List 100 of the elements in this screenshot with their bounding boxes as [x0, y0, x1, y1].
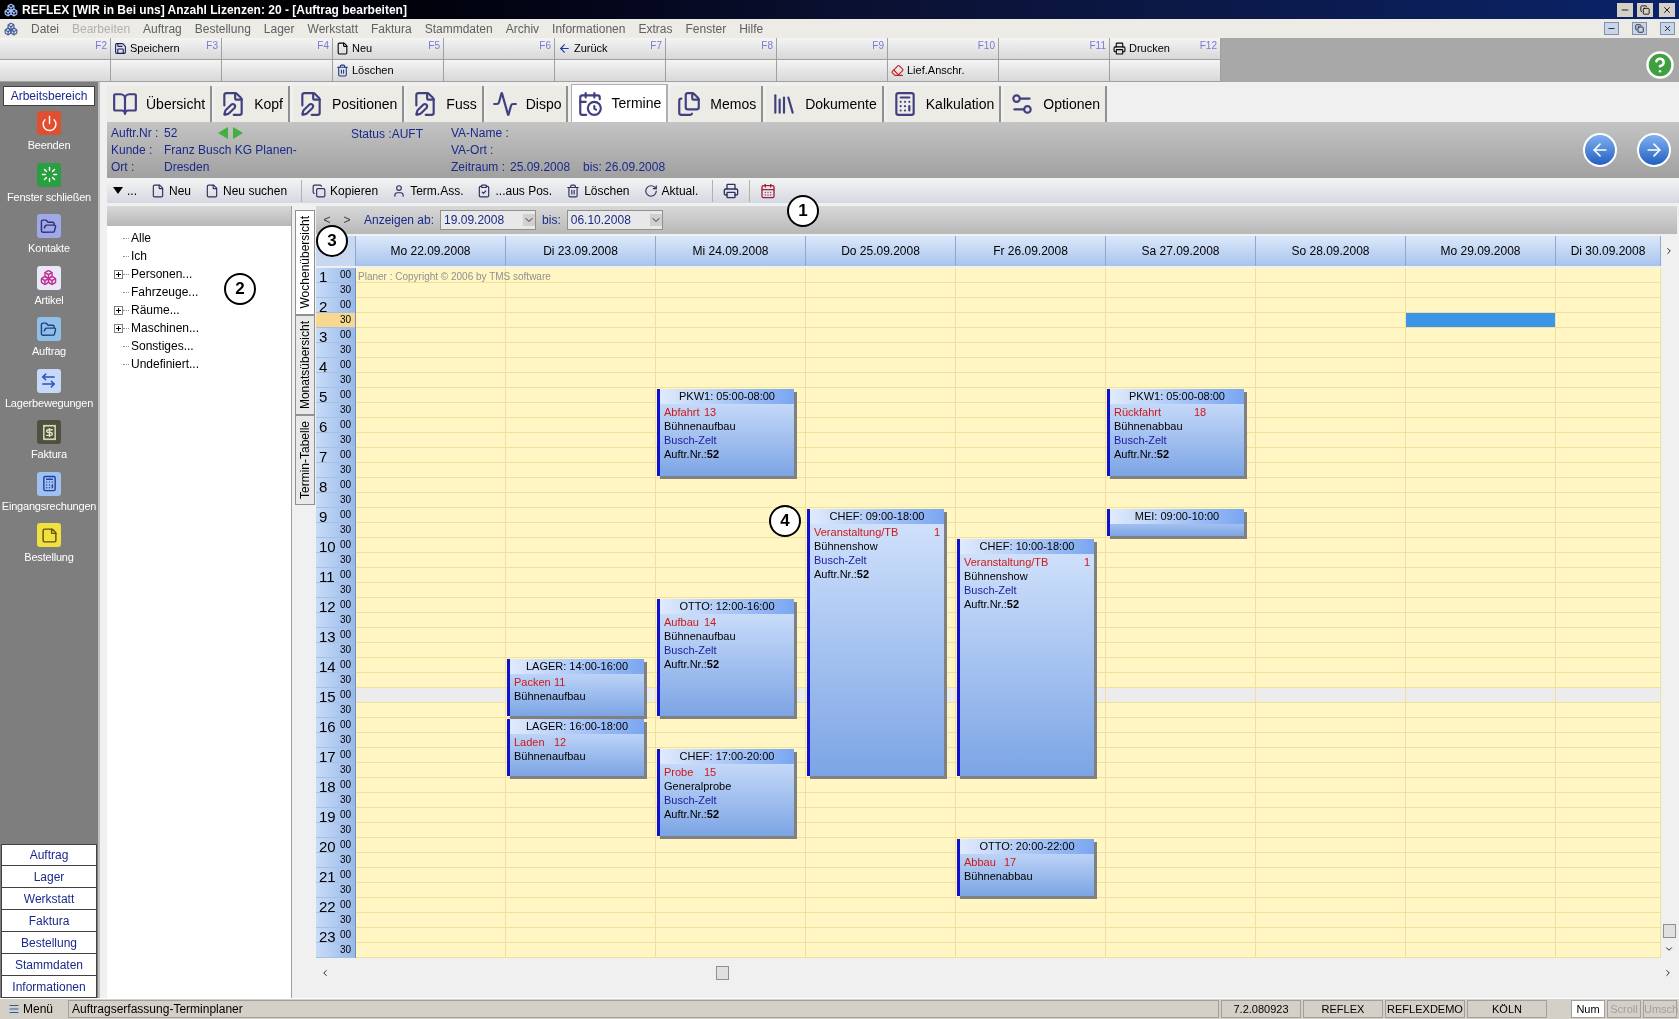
tab[interactable]: Kalkulation	[886, 86, 1002, 122]
day-header[interactable]: Sa 27.09.2008	[1106, 236, 1256, 266]
menu-item[interactable]: Fenster	[685, 19, 727, 38]
tree-item[interactable]: Undefiniert...	[129, 355, 200, 373]
day-header[interactable]: Mi 24.09.2008	[656, 236, 806, 266]
scroll-down-icon[interactable]	[1664, 944, 1674, 954]
function-key-button[interactable]: Lief.Anschr.	[888, 60, 999, 82]
close-button[interactable]	[1660, 22, 1675, 35]
note-icon[interactable]	[37, 523, 61, 547]
tab[interactable]: Termine	[571, 84, 669, 122]
tree-item[interactable]: Fahrzeuge...	[129, 283, 199, 301]
tab[interactable]: Optionen	[1004, 86, 1108, 122]
day-header[interactable]: Fr 26.09.2008	[956, 236, 1106, 266]
menu-item[interactable]: Lager	[263, 19, 295, 38]
menu-item[interactable]: Faktura	[371, 19, 412, 38]
menu-button[interactable]: Menü	[2, 1000, 66, 1018]
expand-icon[interactable]	[113, 305, 123, 315]
expand-icon[interactable]	[113, 269, 123, 279]
folder-icon[interactable]	[37, 317, 61, 341]
toolbar-button[interactable]: ...	[113, 179, 151, 202]
from-date-field[interactable]: 19.09.2008	[440, 210, 537, 230]
sidebar-item[interactable]: Eingangsrechungen	[1, 497, 97, 514]
menu-item[interactable]: Stammdaten	[424, 19, 493, 38]
tab[interactable]: Memos	[671, 86, 764, 122]
view-tab[interactable]: Monatsübersicht	[295, 314, 315, 415]
function-key-button[interactable]: Löschen	[333, 60, 444, 82]
tab[interactable]: Positionen	[292, 86, 405, 122]
minimize-button[interactable]	[1604, 22, 1619, 35]
day-header[interactable]: Di 23.09.2008	[506, 236, 656, 266]
tree-item[interactable]: Ich	[129, 247, 147, 265]
back-button[interactable]	[1583, 133, 1617, 167]
appointment-card[interactable]: OTTO: 12:00-16:00 Aufbau 14 Bühnenaufbau Busch-Zelt Auftr.Nr.:52	[657, 599, 794, 716]
menu-item[interactable]: Werkstatt	[307, 19, 358, 38]
day-header[interactable]: Di 30.09.2008	[1556, 236, 1661, 266]
function-key-button[interactable]: Speichern F3	[111, 38, 222, 60]
expand-icon[interactable]	[113, 323, 123, 333]
tree-item[interactable]: Personen...	[129, 265, 193, 283]
toolbar-button[interactable]: Term.Ass.	[392, 179, 478, 202]
function-key-button[interactable]: Neu F5	[333, 38, 444, 60]
menu-item[interactable]: Datei	[31, 19, 59, 38]
to-date-field[interactable]: 06.10.2008	[566, 210, 663, 230]
close-button[interactable]	[1659, 2, 1675, 17]
appointment-card[interactable]: CHEF: 10:00-18:00 Veranstaltung/TB 1 Bühnenshow Busch-Zelt Auftr.Nr.:52	[957, 539, 1094, 776]
tab[interactable]: Übersicht	[107, 86, 213, 122]
printer-icon[interactable]	[723, 182, 740, 199]
scroll-thumb[interactable]	[716, 966, 729, 980]
toolbar-button[interactable]: Neu suchen	[205, 179, 302, 202]
toolbar-button[interactable]: Kopieren	[312, 179, 393, 202]
calculator-icon[interactable]	[37, 471, 61, 496]
sidebar-item[interactable]: Beenden	[27, 137, 71, 154]
appointment-card[interactable]: PKW1: 05:00-08:00 Rückfahrt 18 Bühnenabbau Busch-Zelt Auftr.Nr.:52	[1107, 389, 1244, 476]
toolbar-button[interactable]: Aktual.	[643, 179, 713, 202]
sidebar-section-button[interactable]: Bestellung	[1, 932, 97, 954]
register-icon[interactable]	[37, 420, 61, 444]
scroll-right-icon[interactable]	[1663, 968, 1673, 978]
selected-time-cell[interactable]	[1406, 313, 1555, 327]
help-icon[interactable]	[1645, 50, 1675, 80]
cubes-icon[interactable]	[37, 265, 61, 290]
day-header[interactable]: Mo 22.09.2008	[356, 236, 506, 266]
scroll-left-icon[interactable]	[320, 968, 330, 978]
arrows-icon[interactable]	[37, 368, 61, 393]
sidebar-item[interactable]: Artikel	[34, 291, 64, 308]
folder-icon[interactable]	[37, 214, 61, 238]
power-icon[interactable]	[37, 111, 61, 135]
function-key-button[interactable]: Zurück F7	[555, 38, 666, 60]
sidebar-section-button[interactable]: Informationen	[1, 976, 97, 998]
day-header[interactable]: Mo 29.09.2008	[1406, 236, 1556, 266]
appointment-card[interactable]: PKW1: 05:00-08:00 Abfahrt 13 Bühnenaufbau Busch-Zelt Auftr.Nr.:52	[657, 389, 794, 476]
sidebar-tab[interactable]: Arbeitsbereich	[3, 86, 95, 106]
view-tab[interactable]: Termin-Tabelle	[295, 414, 315, 505]
sidebar-section-button[interactable]: Auftrag	[1, 844, 97, 866]
sidebar-item[interactable]: Fenster schließen	[7, 188, 91, 205]
menu-item[interactable]: Bestellung	[194, 19, 251, 38]
scroll-right-icon[interactable]	[1664, 246, 1674, 256]
tab[interactable]: Dokumente	[766, 86, 884, 122]
tab[interactable]: Kopf	[215, 86, 290, 122]
sidebar-item[interactable]: Bestellung	[24, 549, 74, 566]
tree-item[interactable]: Sonstiges...	[129, 337, 194, 355]
sidebar-section-button[interactable]: Stammdaten	[1, 954, 97, 976]
sidebar-section-button[interactable]: Faktura	[1, 910, 97, 932]
toolbar-button[interactable]: Neu	[151, 179, 206, 202]
appointment-card[interactable]: CHEF: 09:00-18:00 Veranstaltung/TB 1 Bühnenshow Busch-Zelt Auftr.Nr.:52	[807, 509, 944, 776]
appointment-card[interactable]: MEI: 09:00-10:00	[1107, 509, 1244, 536]
menu-item[interactable]: Informationen	[552, 19, 626, 38]
appointment-card[interactable]: OTTO: 20:00-22:00 Abbau 17 Bühnenabbau	[957, 839, 1094, 896]
sidebar-section-button[interactable]: Werkstatt	[1, 888, 97, 910]
restore-button[interactable]	[1632, 22, 1647, 35]
sidebar-item[interactable]: Faktura	[31, 446, 67, 463]
tab[interactable]: Fuss	[407, 86, 484, 122]
sidebar-item[interactable]: Kontakte	[28, 240, 70, 257]
day-header[interactable]: So 28.09.2008	[1256, 236, 1406, 266]
sidebar-item[interactable]: Auftrag	[31, 343, 67, 360]
menu-item[interactable]: Hilfe	[739, 19, 764, 38]
function-key-button[interactable]: Drucken F12	[1110, 38, 1221, 60]
menu-item[interactable]: Auftrag	[143, 19, 182, 38]
forward-button[interactable]	[1637, 133, 1671, 167]
tree-item[interactable]: Maschinen...	[129, 319, 200, 337]
sparkle-icon[interactable]	[37, 162, 61, 187]
menu-item[interactable]: Extras	[638, 19, 673, 38]
view-tab[interactable]: Wochenübersicht	[295, 210, 315, 315]
